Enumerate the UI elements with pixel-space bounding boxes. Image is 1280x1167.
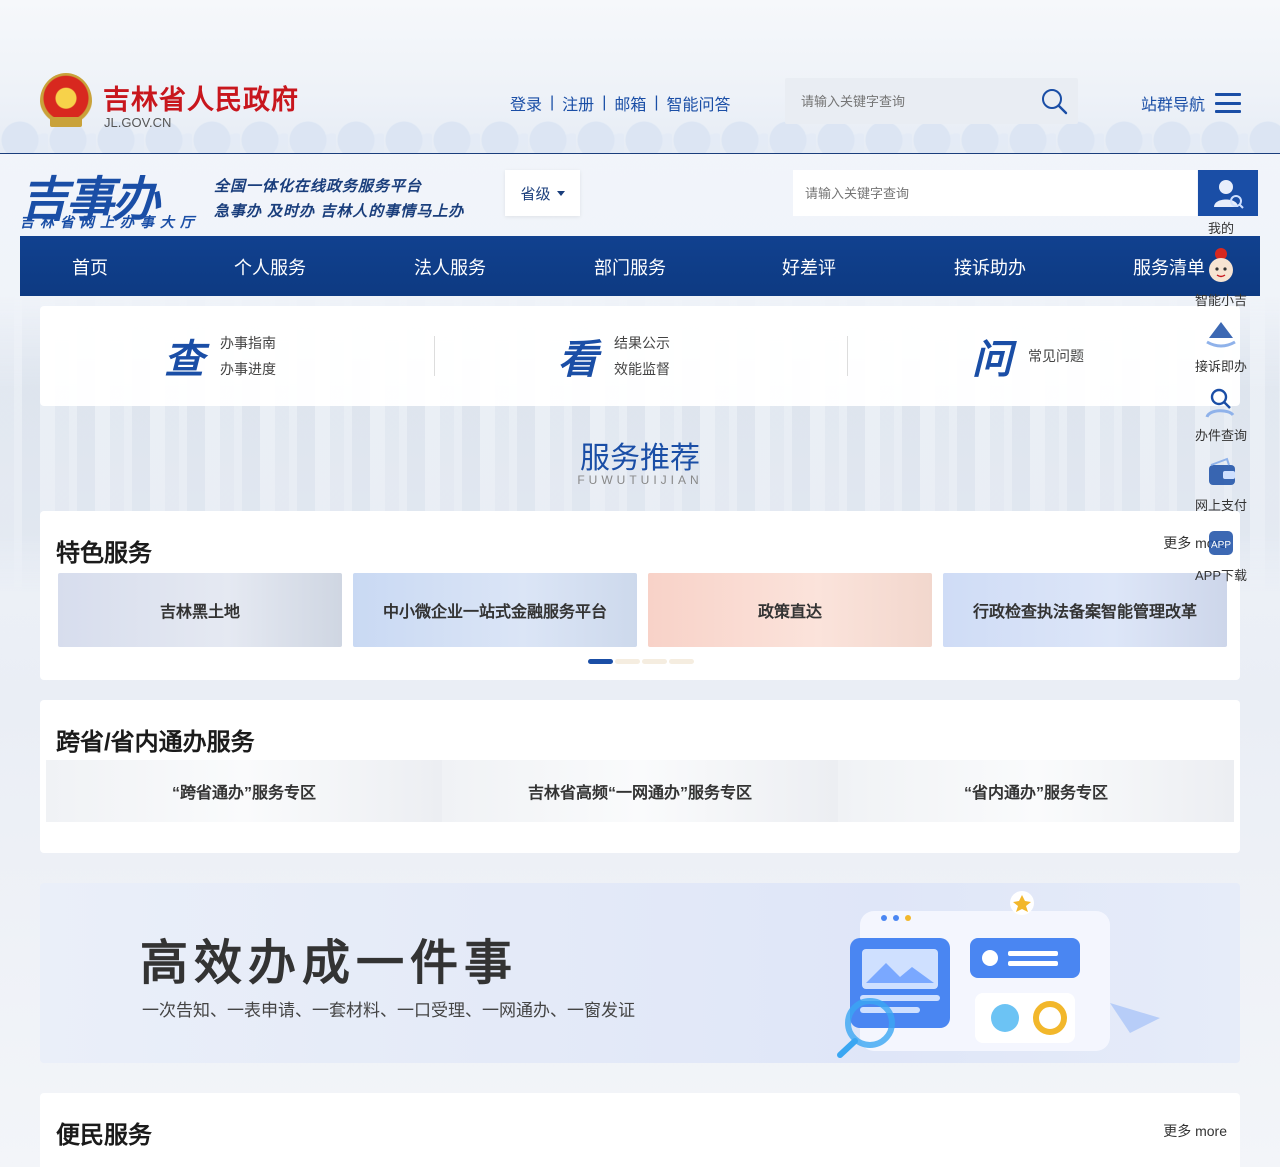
nav-rating[interactable]: 好差评 (782, 254, 836, 280)
tile-jilin-black-soil[interactable]: 吉林黑土地 (58, 573, 342, 647)
side-my[interactable]: 我的 (1188, 218, 1254, 237)
jishiban-subtitle: 吉林省网上办事大厅 (20, 214, 200, 230)
carousel-dot[interactable] (642, 659, 667, 664)
carousel-dot[interactable] (615, 659, 640, 664)
side-query-label: 办件查询 (1194, 428, 1247, 443)
assistant-avatar-icon (1209, 248, 1233, 282)
user-icon (1214, 180, 1244, 209)
mailbox-link[interactable]: 邮箱 (614, 91, 646, 115)
main-search-input[interactable] (805, 183, 1175, 203)
quick-view-glyph: 看 (558, 336, 598, 383)
tile-sme-finance[interactable]: 中小微企业一站式金融服务平台 (353, 573, 637, 647)
banner-title: 高效办成一件事 (140, 935, 519, 991)
side-app-label: APP下载 (1194, 568, 1247, 583)
side-smart-assistant[interactable]: 智能小吉 (1188, 246, 1254, 309)
top-bar (0, 0, 1280, 153)
cross-region-title: 跨省/省内通办服务 (56, 729, 255, 756)
zone-in-province[interactable]: “省内通办”服务专区 (838, 760, 1234, 822)
separator: | (654, 94, 659, 111)
nav-personal-service[interactable]: 个人服务 (234, 254, 306, 280)
faq-link[interactable]: 常见问题 (1028, 343, 1084, 369)
result-public-link[interactable]: 结果公示 (614, 330, 670, 356)
nav-department-service[interactable]: 部门服务 (594, 254, 666, 280)
side-payment[interactable]: 网上支付 (1188, 455, 1254, 514)
convenience-card: 便民服务 更多 more (40, 1093, 1240, 1167)
gov-title[interactable]: 吉林省人民政府 (103, 78, 299, 117)
search-person-icon (1205, 388, 1235, 418)
zone-high-frequency[interactable]: 吉林省高频“一网通办”服务专区 (442, 760, 838, 822)
quick-view: 看 结果公示 效能监督 (558, 306, 670, 406)
divider (847, 336, 848, 376)
complaint-icon (1206, 322, 1236, 348)
cross-region-card: 跨省/省内通办服务 “跨省通办”服务专区 吉林省高频“一网通办”服务专区 “省内… (40, 700, 1240, 853)
login-link[interactable]: 登录 (510, 91, 542, 115)
separator: | (550, 94, 555, 111)
guide-link[interactable]: 办事指南 (220, 330, 276, 356)
gov-domain: JL.GOV.CN (104, 115, 172, 130)
main-nav: 首页 个人服务 法人服务 部门服务 好差评 接诉助办 服务清单 (20, 236, 1260, 296)
search-icon[interactable] (1040, 87, 1068, 115)
quick-check: 查 办事指南 办事进度 (164, 306, 276, 406)
featured-services-card: 特色服务 更多 more 吉林黑土地 中小微企业一站式金融服务平台 政策直达 行… (40, 511, 1240, 680)
side-complaint[interactable]: 接诉即办 (1188, 316, 1254, 375)
quick-ask-glyph: 问 (972, 336, 1012, 383)
site-nav-label: 站群导航 (1141, 97, 1206, 114)
recommend-subtitle: FUWUTUIJIAN (577, 473, 703, 487)
platform-slogan: 全国一体化在线政务服务平台 (214, 178, 423, 195)
top-search-box (785, 78, 1078, 124)
convenience-more-link[interactable]: 更多 more (1163, 1121, 1227, 1141)
featured-title: 特色服务 (56, 540, 152, 567)
side-payment-label: 网上支付 (1194, 498, 1247, 513)
top-search-input[interactable] (801, 91, 1021, 111)
tile-admin-inspection[interactable]: 行政检查执法备案智能管理改革 (943, 573, 1227, 647)
main-search-box (793, 170, 1197, 216)
banner-description: 一次告知、一表申请、一套材料、一口受理、一网通办、一窗发证 (142, 1001, 635, 1020)
convenience-title: 便民服务 (56, 1122, 152, 1149)
register-link[interactable]: 注册 (562, 91, 594, 115)
efficiency-supervision-link[interactable]: 效能监督 (614, 356, 670, 382)
progress-link[interactable]: 办事进度 (220, 356, 276, 382)
carousel-dot[interactable] (588, 659, 613, 664)
quick-ask: 问 常见问题 (972, 306, 1084, 406)
banner-illustration-icon (837, 891, 1160, 1058)
divider (0, 153, 1280, 154)
side-app-download[interactable]: APP APP下载 (1188, 525, 1254, 584)
hamburger-menu-icon (1215, 93, 1242, 113)
app-download-icon: APP (1209, 531, 1233, 555)
divider (434, 336, 435, 376)
top-links: 登录 | 注册 | 邮箱 | 智能问答 (510, 91, 731, 115)
wallet-icon (1209, 457, 1235, 485)
my-account-button[interactable] (1198, 170, 1258, 216)
svg-text:APP: APP (1211, 540, 1231, 551)
caret-down-icon (556, 190, 565, 196)
quick-check-glyph: 查 (164, 336, 204, 383)
level-select[interactable]: 省级 (505, 170, 580, 216)
quick-access-panel: 查 办事指南 办事进度 看 结果公示 效能监督 问 常见问题 (40, 306, 1240, 406)
nav-complaint-help[interactable]: 接诉助办 (954, 254, 1026, 280)
recommend-title: 服务推荐 (580, 442, 700, 475)
carousel-dots (588, 659, 694, 664)
nav-legal-service[interactable]: 法人服务 (414, 254, 486, 280)
side-my-label: 我的 (1207, 221, 1234, 236)
national-emblem-icon (40, 73, 92, 129)
tile-policy-direct[interactable]: 政策直达 (648, 573, 932, 647)
one-thing-banner[interactable]: 高效办成一件事 一次告知、一表申请、一套材料、一口受理、一网通办、一窗发证 (40, 883, 1240, 1063)
separator: | (602, 94, 607, 111)
side-query[interactable]: 办件查询 (1188, 385, 1254, 444)
site-nav-button[interactable]: 站群导航 (1141, 91, 1242, 115)
smart-qa-link[interactable]: 智能问答 (667, 91, 731, 115)
level-label: 省级 (520, 185, 551, 203)
zone-cross-province[interactable]: “跨省通办”服务专区 (46, 760, 442, 822)
service-slogan: 急事办 及时办 吉林人的事情马上办 (214, 203, 465, 220)
nav-home[interactable]: 首页 (72, 254, 108, 280)
carousel-dot[interactable] (669, 659, 694, 664)
side-assistant-label: 智能小吉 (1194, 293, 1247, 308)
side-complaint-label: 接诉即办 (1194, 359, 1247, 374)
